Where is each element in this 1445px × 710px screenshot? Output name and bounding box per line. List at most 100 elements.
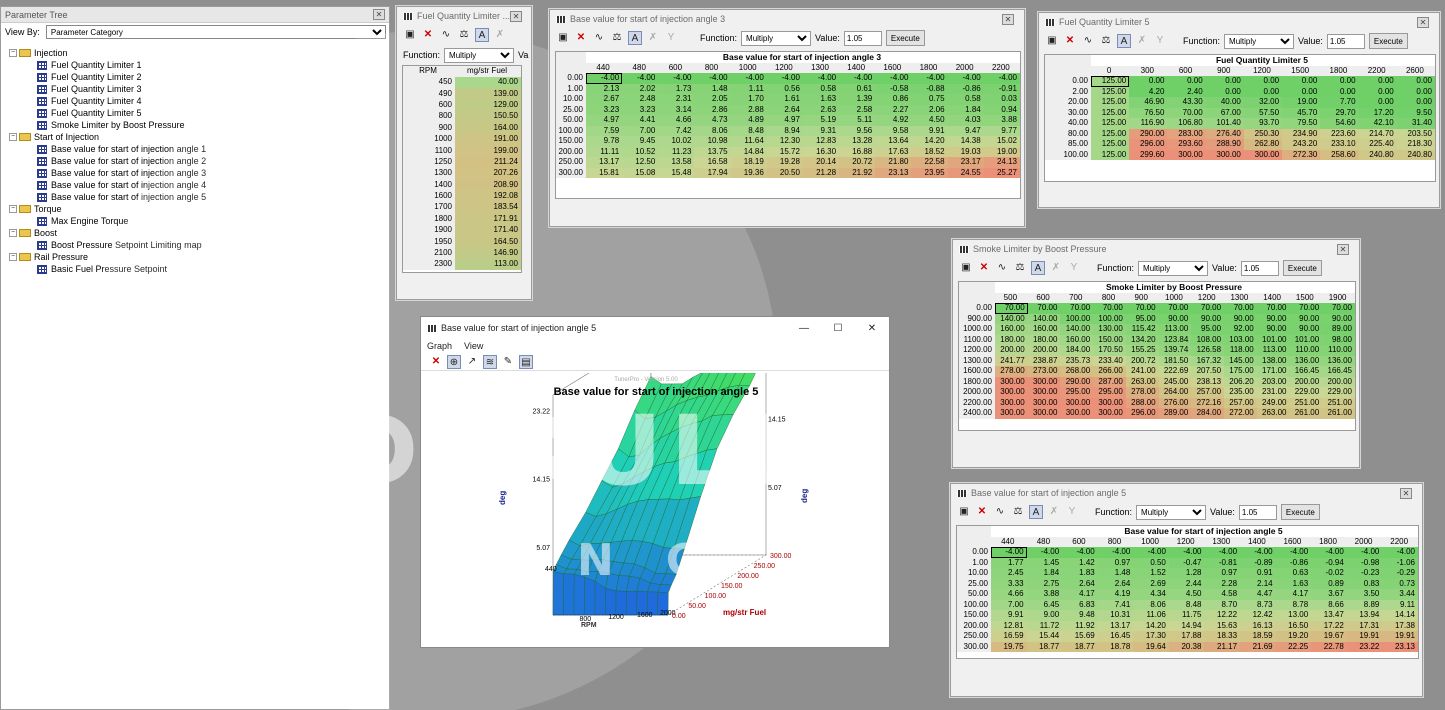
map-cell[interactable]: 11.64 — [730, 136, 767, 147]
map-cell[interactable]: 115.42 — [1125, 324, 1159, 335]
map-cell[interactable]: 245.00 — [1158, 376, 1192, 387]
map-cell[interactable]: 155.25 — [1125, 345, 1159, 356]
map-cell[interactable]: 19.00 — [983, 146, 1020, 157]
map-cell[interactable]: 0.75 — [911, 94, 948, 105]
map-cell[interactable]: 101.00 — [1289, 334, 1323, 345]
map-cell[interactable]: 90.00 — [1322, 313, 1355, 324]
map-cell[interactable]: 17.88 — [1168, 631, 1205, 642]
map-cell[interactable]: 257.00 — [1191, 387, 1225, 398]
map-cell[interactable]: 13.94 — [1346, 610, 1383, 621]
map-cell[interactable]: 18.77 — [1026, 641, 1063, 652]
map-cell[interactable]: 139.74 — [1158, 345, 1192, 356]
tree-item[interactable]: Base value for start of injection angle … — [37, 179, 206, 191]
map-cell[interactable]: 2.58 — [839, 104, 876, 115]
map-cell[interactable]: 17.22 — [1311, 620, 1347, 631]
map-cell[interactable]: 24.55 — [947, 167, 984, 178]
map-cell[interactable]: 243.20 — [1282, 139, 1321, 150]
window-soi-angle-3[interactable]: Base value for start of injection angle … — [549, 9, 1025, 227]
map-cell[interactable]: -4.00 — [1168, 547, 1205, 558]
map-cell[interactable]: 1.52 — [1133, 568, 1169, 579]
map-cell[interactable]: 272.00 — [1224, 408, 1257, 419]
map-cell[interactable]: -4.00 — [1026, 547, 1063, 558]
function-select[interactable]: Multiply — [1138, 260, 1209, 276]
interpolate-icon[interactable]: Y — [664, 31, 678, 45]
map-cell[interactable]: 166.45 — [1289, 366, 1323, 377]
cancel-icon[interactable]: ✕ — [975, 505, 989, 519]
tree-item[interactable]: Max Engine Torque — [37, 215, 128, 227]
map-cell[interactable]: 229.00 — [1322, 387, 1355, 398]
map-cell[interactable]: 13.64 — [875, 136, 912, 147]
map-cell[interactable]: 70.00 — [1256, 303, 1290, 314]
map-cell[interactable]: 208.90 — [455, 179, 521, 191]
map-cell[interactable]: 2.13 — [586, 83, 623, 94]
execute-button[interactable]: Execute — [1280, 504, 1320, 520]
map-cell[interactable]: 300.00 — [1027, 387, 1061, 398]
map-cell[interactable]: 199.00 — [455, 144, 521, 157]
map-cell[interactable]: 13.17 — [1097, 620, 1134, 631]
map-cell[interactable]: 1.48 — [694, 83, 731, 94]
map-cell[interactable]: -4.00 — [875, 73, 912, 84]
map-cell[interactable]: 12.50 — [622, 157, 659, 168]
map-cell[interactable]: 240.80 — [1396, 149, 1435, 160]
map-cell[interactable]: 90.00 — [1224, 313, 1257, 324]
map-cell[interactable]: 184.00 — [1060, 345, 1094, 356]
map-cell[interactable]: 11.11 — [586, 146, 623, 157]
map-cell[interactable]: 145.00 — [1224, 355, 1257, 366]
map-cell[interactable]: 1.73 — [658, 83, 695, 94]
tree-item[interactable]: Base value for start of injection angle … — [37, 191, 206, 203]
map-cell[interactable]: 89.00 — [1322, 324, 1355, 335]
map-cell[interactable]: 12.42 — [1240, 610, 1276, 621]
map-cell[interactable]: 22.58 — [911, 157, 948, 168]
map-cell[interactable]: 100.00 — [1060, 313, 1094, 324]
map-cell[interactable]: 18.19 — [730, 157, 767, 168]
map-cell[interactable]: 136.00 — [1289, 355, 1323, 366]
map-cell[interactable]: 46.90 — [1129, 97, 1168, 108]
map-cell[interactable]: 21.80 — [875, 157, 912, 168]
map-cell[interactable]: 278.00 — [1125, 387, 1159, 398]
map-cell[interactable]: 0.50 — [1133, 557, 1169, 568]
map-cell[interactable]: 9.77 — [983, 125, 1020, 136]
map-cell[interactable]: 0.97 — [1097, 557, 1134, 568]
graph-icon[interactable]: ∿ — [995, 261, 1009, 275]
map-cell[interactable]: 180.00 — [995, 334, 1028, 345]
save-icon[interactable]: ▣ — [959, 261, 973, 275]
tools-icon[interactable]: ✗ — [1047, 505, 1061, 519]
function-select[interactable]: Multiply — [1224, 33, 1295, 49]
map-cell[interactable]: 0.00 — [1129, 76, 1168, 87]
map-cell[interactable]: 1.70 — [730, 94, 767, 105]
map-cell[interactable]: 3.14 — [658, 104, 695, 115]
window-fuel-quantity-limiter-small[interactable]: Fuel Quantity Limiter ... ✕ ▣ ✕ ∿ ⚖ A ✗ Functi… — [396, 6, 532, 300]
map-cell[interactable]: 9.91 — [991, 610, 1027, 621]
map-cell[interactable]: 90.00 — [1289, 313, 1323, 324]
map-cell[interactable]: 299.60 — [1129, 149, 1168, 160]
map-cell[interactable]: 9.91 — [911, 125, 948, 136]
map-cell[interactable]: 207.50 — [1191, 366, 1225, 377]
map-cell[interactable]: 251.00 — [1289, 397, 1323, 408]
map-cell[interactable]: 19.00 — [1282, 97, 1321, 108]
map-cell[interactable]: 14.20 — [911, 136, 948, 147]
map-cell[interactable]: 2.05 — [694, 94, 731, 105]
map-cell[interactable]: 25.27 — [983, 167, 1020, 178]
map-cell[interactable]: 296.00 — [1125, 408, 1159, 419]
map-cell[interactable]: 200.00 — [1322, 376, 1355, 387]
map-cell[interactable]: 18.52 — [911, 146, 948, 157]
map-cell[interactable]: 300.00 — [1060, 397, 1094, 408]
map-cell[interactable]: 300.00 — [1093, 397, 1126, 408]
map-cell[interactable]: 2.28 — [1204, 578, 1241, 589]
map-cell[interactable]: 16.58 — [694, 157, 731, 168]
tree-item[interactable]: Fuel Quantity Limiter 5 — [37, 107, 142, 119]
map-cell[interactable]: 8.73 — [1240, 599, 1276, 610]
map-cell[interactable]: 9.56 — [839, 125, 876, 136]
scale-icon[interactable]: ⚖ — [1011, 505, 1025, 519]
map-cell[interactable]: 191.00 — [455, 133, 521, 145]
font-icon[interactable]: A — [628, 31, 642, 45]
map-cell[interactable]: 0.00 — [1358, 97, 1397, 108]
map-cell[interactable]: 2.86 — [694, 104, 731, 115]
map-cell[interactable]: -4.00 — [1062, 547, 1098, 558]
map-cell[interactable]: 3.44 — [1382, 589, 1418, 600]
map-cell[interactable]: 150.50 — [455, 110, 521, 123]
map-cell[interactable]: 0.00 — [1396, 76, 1435, 87]
map-cell[interactable]: 16.30 — [802, 146, 840, 157]
map-cell[interactable]: 2.63 — [802, 104, 840, 115]
map-cell[interactable]: 113.00 — [1256, 345, 1290, 356]
